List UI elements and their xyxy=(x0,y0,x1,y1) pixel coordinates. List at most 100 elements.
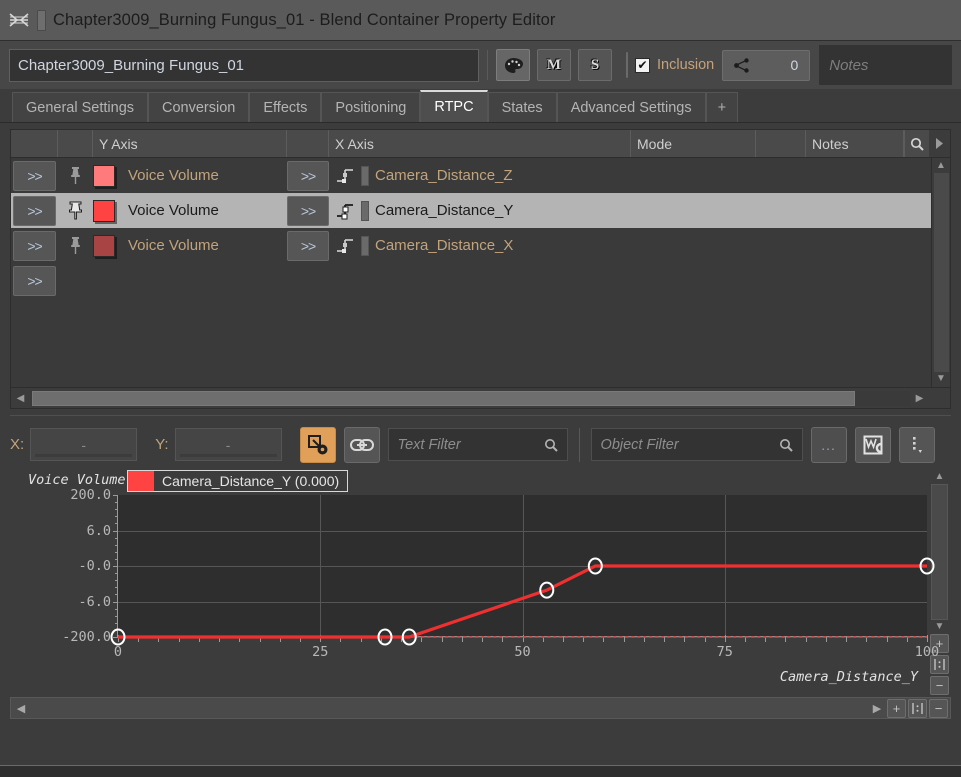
column-header-x-axis[interactable]: X Axis xyxy=(329,130,631,157)
plot-canvas[interactable]: 200.0 6.0 -0.0 -6.0 -200.0 0 25 50 75 100 xyxy=(62,487,939,660)
table-body: >> Voice Volume >> Camera_Distance_Z >> … xyxy=(11,158,950,387)
mute-button[interactable]: M xyxy=(537,49,571,81)
tab-general-settings[interactable]: General Settings xyxy=(12,92,149,122)
curve-color-swatch[interactable] xyxy=(93,199,115,222)
shareset-button[interactable]: 0 xyxy=(722,49,811,81)
inclusion-checkbox-group[interactable]: ✔ Inclusion xyxy=(635,57,714,73)
link-button[interactable] xyxy=(343,426,380,463)
ws-view-button[interactable] xyxy=(854,426,891,463)
column-header-mode[interactable]: Mode xyxy=(631,130,756,157)
curve-node-tool-button[interactable] xyxy=(299,426,336,463)
row-x-icon-cell xyxy=(329,193,375,228)
notes-input[interactable]: Notes xyxy=(819,45,952,85)
curve-legend[interactable]: Camera_Distance_Y (0.000) xyxy=(127,470,349,492)
table-header-expand-arrow[interactable] xyxy=(929,130,950,157)
table-search-button[interactable] xyxy=(904,130,929,157)
table-rows: >> Voice Volume >> Camera_Distance_Z >> … xyxy=(11,158,931,387)
tab-states[interactable]: States xyxy=(487,92,557,122)
row-color-cell[interactable] xyxy=(93,158,119,193)
object-name-input[interactable]: Chapter3009_Burning Fungus_01 xyxy=(9,48,479,82)
status-bar xyxy=(0,765,961,777)
x-tick-label: 50 xyxy=(514,644,531,660)
color-palette-button[interactable] xyxy=(496,49,530,81)
column-header-x-goto[interactable] xyxy=(287,130,329,157)
graph-scroll-down-arrow[interactable]: ▼ xyxy=(935,622,945,632)
row-x-icon-cell xyxy=(329,158,375,193)
graph-horizontal-scrollbar[interactable]: ◀ ▶ + − xyxy=(10,697,951,719)
table-scroll-track[interactable] xyxy=(933,173,949,372)
table-row-new[interactable]: >> xyxy=(11,263,931,298)
row-pin-cell[interactable] xyxy=(58,193,93,228)
column-header-pin[interactable] xyxy=(58,130,93,157)
tab-rtpc[interactable]: RTPC xyxy=(420,90,488,122)
column-header-goto[interactable] xyxy=(11,130,58,157)
tab-add-button[interactable]: + xyxy=(705,92,739,122)
graph-hzoom-out-button[interactable]: − xyxy=(929,698,948,718)
x-tick-label: 100 xyxy=(914,644,940,660)
row-pin-cell[interactable] xyxy=(58,158,93,193)
hscroll-thumb[interactable] xyxy=(32,390,856,406)
curve-svg[interactable] xyxy=(110,495,935,646)
curve-line[interactable] xyxy=(118,564,927,639)
y-coordinate-input[interactable]: - xyxy=(174,428,282,461)
goto-x-button[interactable]: >> xyxy=(287,230,329,261)
column-header-notes[interactable]: Notes xyxy=(806,130,904,157)
hscroll-left-arrow[interactable]: ◀ xyxy=(11,393,30,404)
graph-hscroll-right-arrow[interactable]: ▶ xyxy=(867,702,887,715)
row-x-name-cell[interactable]: Camera_Distance_Z xyxy=(375,158,931,193)
curve-color-swatch[interactable] xyxy=(93,234,115,257)
table-row[interactable]: >> Voice Volume >> xyxy=(11,228,931,263)
inclusion-checkbox[interactable]: ✔ xyxy=(635,57,650,73)
graph-scroll-up-arrow[interactable]: ▲ xyxy=(935,472,945,482)
goto-x-button[interactable]: >> xyxy=(287,160,329,191)
curve-plot-area[interactable]: Voice Volume Camera_Distance_Y (0.000) 2… xyxy=(10,470,939,695)
x-tick-mark xyxy=(684,637,686,642)
tab-positioning[interactable]: Positioning xyxy=(321,92,421,122)
row-x-name-cell[interactable]: Camera_Distance_Y xyxy=(375,193,931,228)
x-field-handle[interactable] xyxy=(83,454,89,457)
row-goto-y-cell: >> xyxy=(11,158,58,193)
row-y-name-cell[interactable]: Voice Volume xyxy=(119,193,287,228)
graph-hscroll-left-arrow[interactable]: ◀ xyxy=(11,702,31,715)
text-filter-input[interactable]: Text Filter xyxy=(387,428,568,461)
row-x-name-cell[interactable]: Camera_Distance_X xyxy=(375,228,931,263)
y-coordinate-value: - xyxy=(225,436,231,453)
tab-effects[interactable]: Effects xyxy=(249,92,322,122)
inclusion-label: Inclusion xyxy=(657,57,715,73)
view-menu-button[interactable] xyxy=(898,426,935,463)
column-header-spacer[interactable] xyxy=(756,130,806,157)
row-y-name-cell[interactable]: Voice Volume xyxy=(119,228,287,263)
goto-y-button[interactable]: >> xyxy=(13,195,56,226)
hscroll-track[interactable] xyxy=(30,390,910,406)
object-filter-input[interactable]: Object Filter xyxy=(590,428,803,461)
column-header-y-axis[interactable]: Y Axis xyxy=(93,130,287,157)
hscroll-right-arrow[interactable]: ▶ xyxy=(910,393,929,404)
graph-hzoom-in-button[interactable]: + xyxy=(887,698,906,718)
curve-color-swatch[interactable] xyxy=(93,164,115,187)
solo-button[interactable]: S xyxy=(578,49,612,81)
goto-x-button[interactable]: >> xyxy=(287,195,329,226)
goto-y-button[interactable]: >> xyxy=(13,160,56,191)
table-vertical-scrollbar[interactable]: ▲ ▼ xyxy=(931,158,950,387)
scroll-up-arrow[interactable]: ▲ xyxy=(936,161,946,171)
tab-advanced-settings[interactable]: Advanced Settings xyxy=(556,92,706,122)
new-rtpc-button[interactable]: >> xyxy=(13,265,56,296)
row-color-cell[interactable] xyxy=(93,228,119,263)
graph-zoom-out-button[interactable]: − xyxy=(930,676,949,695)
scroll-down-arrow[interactable]: ▼ xyxy=(936,374,946,384)
x-axis-name: Camera_Distance_Z xyxy=(375,167,513,184)
row-pin-cell[interactable] xyxy=(58,228,93,263)
table-horizontal-scrollbar[interactable]: ◀ ▶ xyxy=(11,387,950,408)
x-coordinate-input[interactable]: - xyxy=(30,428,138,461)
more-options-button[interactable]: ... xyxy=(810,426,847,463)
y-field-handle[interactable] xyxy=(228,454,234,457)
graph-vertical-scrollbar[interactable] xyxy=(931,484,948,620)
row-y-name-cell[interactable]: Voice Volume xyxy=(119,158,287,193)
goto-y-button[interactable]: >> xyxy=(13,230,56,261)
tab-conversion[interactable]: Conversion xyxy=(148,92,250,122)
row-color-cell[interactable] xyxy=(93,193,119,228)
table-row[interactable]: >> Voice Volume >> xyxy=(11,193,931,228)
table-row[interactable]: >> Voice Volume >> xyxy=(11,158,931,193)
graph-toolbar: X: - Y: - Text Filter Object Filter ... xyxy=(10,415,951,465)
graph-fit-horizontal-button[interactable] xyxy=(908,698,927,718)
